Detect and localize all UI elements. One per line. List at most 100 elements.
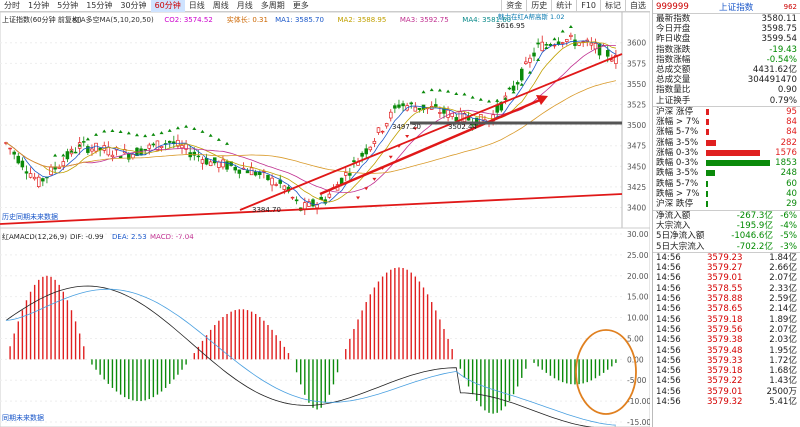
tick-volume: 2.07亿: [769, 324, 797, 335]
chart-info-item: 实体长: 0.31: [227, 15, 268, 24]
kline-chart[interactable]: 3600 3575 3550 3525 3500 3475 3450 3425 3400 上证指数…: [0, 12, 650, 427]
breadth-row: 跌幅 > 7% 40: [653, 189, 800, 199]
tick-time: 14:56: [656, 252, 681, 263]
toolbar-button[interactable]: 历史: [526, 0, 551, 12]
quote-label: 指数量比: [656, 85, 691, 96]
tick-row: 14:56 3578.88 2.59亿: [653, 294, 800, 304]
breadth-bar-track: [706, 200, 769, 208]
candle-body: [294, 199, 299, 202]
price-tick: 3475: [627, 142, 646, 151]
candle-body: [24, 171, 29, 174]
candle-body: [560, 42, 565, 44]
candle-body: [393, 105, 397, 109]
quote-value: -19.43: [769, 44, 797, 55]
candle-body: [8, 147, 12, 150]
quote-row: 指数涨幅 -0.54%: [653, 55, 800, 65]
tick-price: 3579.18: [706, 366, 743, 377]
breadth-count: 1853: [775, 158, 797, 169]
candle-body: [413, 106, 418, 112]
tick-row: 14:56 3579.32 5.41亿: [653, 397, 800, 407]
candle-body: [253, 171, 258, 176]
tick-row: 14:56 3579.33 1.72亿: [653, 356, 800, 366]
candle-body: [118, 156, 123, 159]
candle-body: [544, 44, 549, 46]
tick-volume: 1.72亿: [769, 355, 797, 366]
toolbar-button[interactable]: F10: [576, 0, 600, 12]
tick-row: 14:56 3579.27 2.66亿: [653, 263, 800, 273]
breadth-row: 沪深 跌停 29: [653, 199, 800, 209]
period-tab[interactable]: 周线: [209, 0, 233, 12]
breadth-label: 跌幅 3-5%: [656, 168, 699, 179]
period-tab[interactable]: 60分钟: [150, 0, 185, 12]
toolbar-button[interactable]: 标记: [600, 0, 625, 12]
period-tab[interactable]: 月线: [233, 0, 257, 12]
no-data-label: 历史同期未来数据: [2, 212, 58, 221]
candle-body: [196, 155, 201, 158]
candle-body: [528, 57, 532, 63]
breadth-label: 涨幅 0-3%: [656, 147, 699, 158]
chart-info-item: MA2: 3588.95: [338, 16, 387, 24]
toolbar-button[interactable]: 统计: [551, 0, 576, 12]
candle-body: [552, 44, 557, 47]
candle-body: [520, 68, 524, 81]
tick-volume: 5.41亿: [769, 397, 797, 407]
candle-body: [434, 104, 438, 107]
breadth-bar-track: [706, 118, 769, 126]
breadth-label: 跌幅 5-7%: [656, 178, 699, 189]
tick-row: 14:56 3579.48 1.95亿: [653, 346, 800, 356]
candle-body: [438, 112, 442, 114]
high-price-label: 3616.95: [496, 22, 525, 30]
period-tab[interactable]: 1分钟: [24, 0, 53, 12]
period-tab[interactable]: 分时: [0, 0, 24, 12]
period-tab[interactable]: 多周期: [257, 0, 289, 12]
candle-body: [167, 140, 172, 143]
quote-row: 总成交额 4431.62亿: [653, 65, 800, 75]
candle-body: [593, 42, 598, 50]
breadth-bar: [706, 129, 709, 136]
candle-body: [204, 157, 209, 165]
tick-time: 14:56: [656, 294, 681, 305]
period-tab[interactable]: 5分钟: [53, 0, 82, 12]
candle-body: [249, 167, 254, 176]
price-tick: 3400: [627, 204, 646, 213]
notification-badge[interactable]: 962: [784, 3, 797, 11]
breadth-row: 涨幅 0-3% 1576: [653, 148, 800, 158]
period-tab[interactable]: 15分钟: [82, 0, 116, 12]
breadth-bar-track: [706, 108, 769, 116]
candle-body: [446, 109, 450, 118]
quote-label: 总成交量: [656, 75, 691, 86]
tick-price: 3578.65: [706, 304, 743, 315]
tick-volume: 1.84亿: [769, 252, 797, 263]
flow-list: 净流入额 -267.3亿 -6% 大宗流入 -195.9亿 -4% 5日净流入额 -1046.…: [653, 211, 800, 252]
candle-body: [389, 111, 393, 119]
toolbar-button[interactable]: 资金: [501, 0, 526, 12]
flow-pct: -4%: [780, 220, 797, 231]
breadth-bar: [706, 108, 710, 115]
candle-body: [110, 154, 115, 158]
candle-body: [605, 50, 610, 57]
index-name[interactable]: 上证指数: [719, 1, 753, 13]
price-tick: 3550: [627, 80, 646, 89]
period-tab[interactable]: 日线: [185, 0, 209, 12]
flow-value: -195.9亿: [736, 220, 773, 231]
chart-info-item: CO2: 3574.52: [164, 16, 212, 24]
quote-panel: 999999 上证指数 962 最新指数 3580.11 今日开盘 3598.75 昨日…: [652, 0, 800, 427]
tick-volume: 2.07亿: [769, 273, 797, 284]
tick-time: 14:56: [656, 304, 681, 315]
toolbar-button[interactable]: 自选: [625, 0, 650, 12]
price-tick: 3425: [627, 183, 646, 192]
breadth-label: 涨幅 > 7%: [656, 116, 700, 127]
quote-row: 上证换手 0.79%: [653, 96, 800, 106]
period-tab[interactable]: 30分钟: [116, 0, 150, 12]
breadth-bar: [706, 170, 715, 177]
tick-list: 14:56 3579.23 1.84亿 14:56 3579.27 2.66亿 14:56 3…: [653, 253, 800, 407]
breadth-count: 60: [786, 178, 797, 189]
candle-body: [376, 127, 381, 133]
tick-row: 14:56 3579.18 1.68亿: [653, 366, 800, 376]
period-tab[interactable]: 更多: [289, 0, 313, 12]
candle-body: [524, 61, 528, 64]
macd-tick: 20.00: [627, 272, 649, 281]
candle-body: [155, 140, 160, 151]
tick-price: 3579.01: [706, 386, 743, 397]
breadth-row: 涨幅 5-7% 84: [653, 127, 800, 137]
